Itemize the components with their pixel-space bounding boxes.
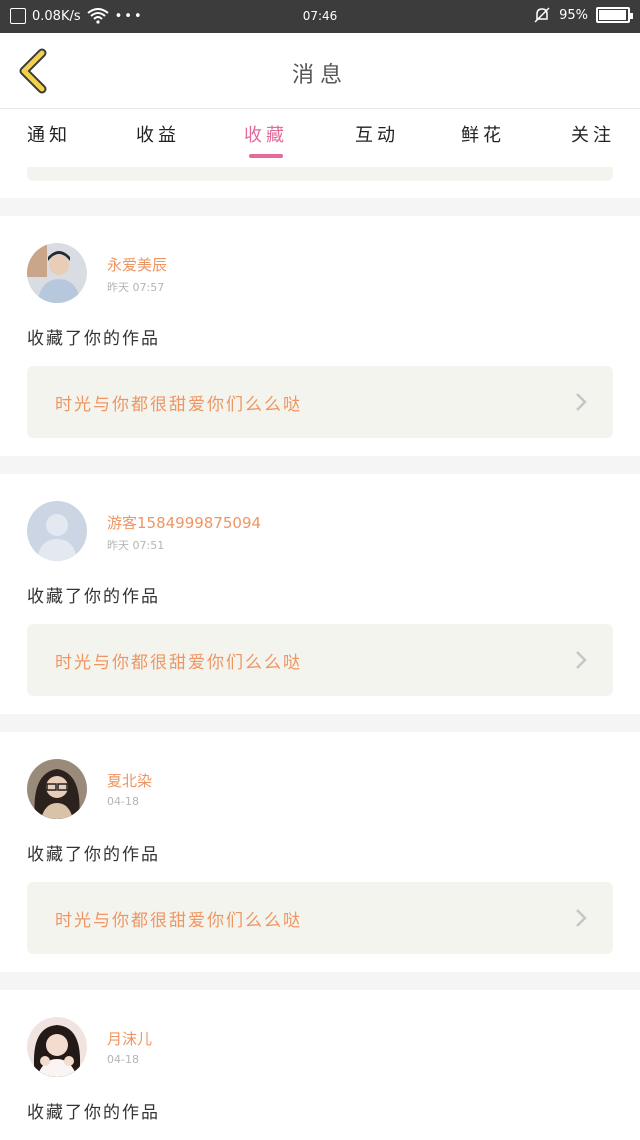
- timestamp: 昨天 07:57: [107, 281, 165, 294]
- list-item: 永爱美辰 昨天 07:57 收藏了你的作品 时光与你都很甜爱你们么么哒: [0, 216, 640, 456]
- list-item: [0, 167, 640, 198]
- battery-percent: 95%: [559, 7, 588, 23]
- tab-bar: 通知 收益 收藏 互动 鲜花 关注: [0, 109, 640, 167]
- chevron-right-icon: [576, 909, 587, 927]
- work-title: 时光与你都很甜爱你们么么哒: [55, 911, 302, 931]
- action-text: 收藏了你的作品: [27, 329, 160, 349]
- message-list: 永爱美辰 昨天 07:57 收藏了你的作品 时光与你都很甜爱你们么么哒 游客15…: [0, 167, 640, 1140]
- user-name[interactable]: 永爱美辰: [107, 254, 167, 275]
- avatar[interactable]: [27, 243, 87, 303]
- work-card[interactable]: 时光与你都很甜爱你们么么哒: [27, 882, 613, 954]
- action-text: 收藏了你的作品: [27, 845, 160, 865]
- avatar[interactable]: [27, 1017, 87, 1077]
- timestamp: 04-18: [107, 1053, 139, 1066]
- list-item: 夏北染 04-18 收藏了你的作品 时光与你都很甜爱你们么么哒: [0, 732, 640, 972]
- tab-interaction[interactable]: 互动: [355, 121, 399, 147]
- battery-icon: [596, 7, 633, 23]
- tab-follow[interactable]: 关注: [571, 121, 615, 147]
- tab-earnings[interactable]: 收益: [136, 121, 180, 147]
- avatar[interactable]: [27, 759, 87, 819]
- list-item: 游客15849998750​94 昨天 07:51 收藏了你的作品 时光与你都很…: [0, 474, 640, 714]
- action-text: 收藏了你的作品: [27, 1103, 160, 1123]
- work-card[interactable]: 时光与你都很甜爱你们么么哒: [27, 366, 613, 438]
- work-title: 时光与你都很甜爱你们么么哒: [55, 653, 302, 673]
- work-title: 时光与你都很甜爱你们么么哒: [55, 395, 302, 415]
- timestamp: 04-18: [107, 795, 139, 808]
- list-item: 月沫儿 04-18 收藏了你的作品: [0, 990, 640, 1140]
- status-bar: 0.08K/s ••• 07:46 95%: [0, 0, 640, 33]
- active-tab-indicator: [249, 154, 283, 158]
- timestamp: 昨天 07:51: [107, 539, 165, 552]
- chevron-right-icon: [576, 393, 587, 411]
- work-card[interactable]: 时光与你都很甜爱你们么么哒: [27, 624, 613, 696]
- page-title: 消息: [291, 63, 348, 88]
- header: 消息: [0, 33, 640, 109]
- user-name[interactable]: 夏北染: [107, 770, 152, 791]
- tab-flowers[interactable]: 鲜花: [461, 121, 505, 147]
- mute-icon: [534, 7, 550, 23]
- tab-notice[interactable]: 通知: [27, 121, 71, 147]
- chevron-right-icon: [576, 651, 587, 669]
- user-name[interactable]: 月沫儿: [107, 1028, 152, 1049]
- user-name[interactable]: 游客15849998750​94: [107, 512, 261, 533]
- action-text: 收藏了你的作品: [27, 587, 160, 607]
- avatar[interactable]: [27, 501, 87, 561]
- work-card[interactable]: [27, 167, 613, 181]
- tab-favorites[interactable]: 收藏: [244, 121, 288, 147]
